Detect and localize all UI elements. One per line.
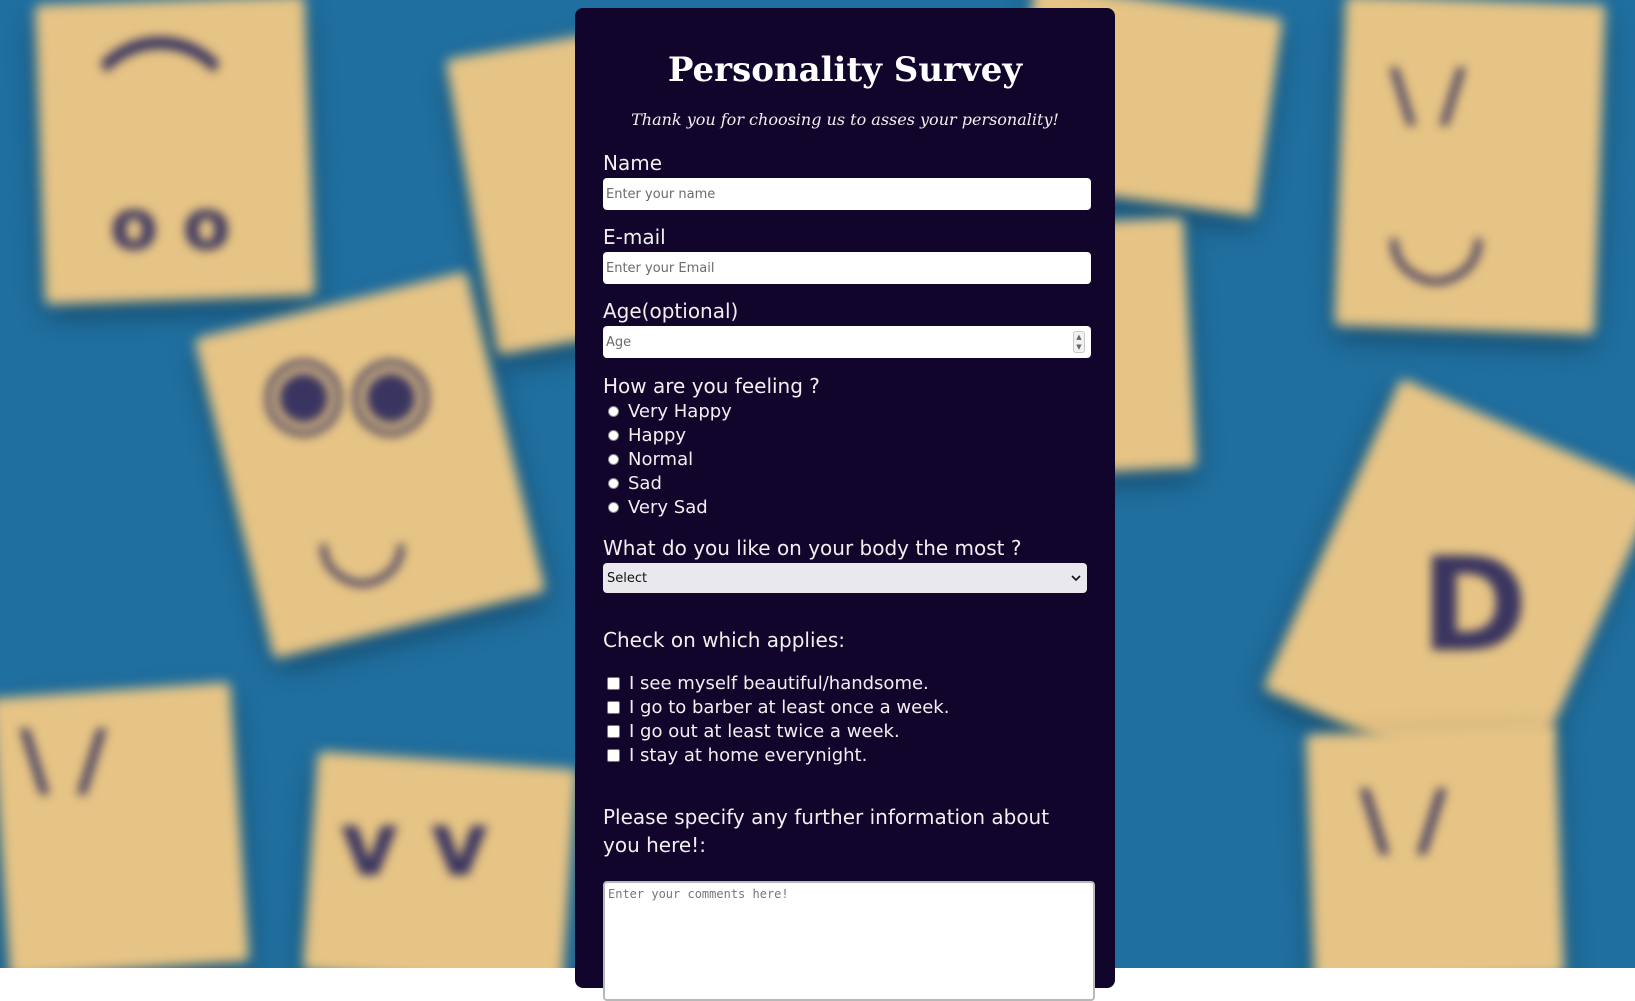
background-face: v v — [340, 792, 489, 897]
radio-option[interactable]: Very Sad — [603, 495, 1087, 519]
name-label: Name — [603, 151, 663, 175]
age-label: Age(optional) — [603, 299, 739, 323]
checkbox[interactable] — [607, 676, 620, 690]
background-face: \ / — [1390, 54, 1466, 136]
comments-label: Please specify any further information a… — [603, 805, 1050, 857]
checkbox-label: I see myself beautiful/handsome. — [629, 672, 929, 694]
radio-button[interactable] — [608, 405, 619, 417]
email-field-group: E-mail — [603, 224, 1091, 284]
feeling-group: How are you feeling ? Very Happy Happy N… — [603, 373, 1087, 519]
radio-button[interactable] — [608, 477, 619, 489]
background-face: o o — [110, 184, 231, 266]
spinner-icon[interactable]: ▲ ▼ — [1073, 331, 1085, 353]
comments-group: Please specify any further information a… — [603, 803, 1095, 1001]
checkbox-option[interactable]: I see myself beautiful/handsome. — [603, 671, 1087, 695]
applies-group: Check on which applies: I see myself bea… — [603, 627, 1087, 767]
checkbox[interactable] — [607, 748, 620, 762]
radio-button[interactable] — [608, 429, 619, 441]
checkbox-label: I stay at home everynight. — [629, 744, 868, 766]
name-input[interactable] — [603, 178, 1091, 210]
chevron-down-icon — [1071, 571, 1081, 586]
checkbox-label: I go to barber at least once a week. — [629, 696, 950, 718]
radio-label: Sad — [628, 472, 662, 494]
checkbox-option[interactable]: I go to barber at least once a week. — [603, 695, 1087, 719]
feeling-label: How are you feeling ? — [603, 374, 820, 398]
body-group: What do you like on your body the most ?… — [603, 535, 1087, 593]
radio-button[interactable] — [608, 453, 619, 465]
radio-option[interactable]: Happy — [603, 423, 1087, 447]
background-face: \ / — [20, 713, 107, 806]
body-label: What do you like on your body the most ? — [603, 536, 1022, 560]
checkbox[interactable] — [607, 724, 620, 738]
radio-label: Happy — [628, 424, 687, 446]
radio-label: Normal — [628, 448, 694, 470]
background-face: ◡ — [1390, 160, 1483, 299]
radio-button[interactable] — [608, 501, 619, 513]
applies-label: Check on which applies: — [603, 628, 845, 652]
age-input-wrapper: ▲▼ — [603, 326, 1091, 358]
radio-label: Very Happy — [628, 400, 732, 422]
name-field-group: Name — [603, 150, 1091, 210]
radio-option[interactable]: Sad — [603, 471, 1087, 495]
page-subtitle: Thank you for choosing us to asses your … — [631, 110, 1059, 129]
radio-option[interactable]: Very Happy — [603, 399, 1087, 423]
background-face: ⌒ — [100, 30, 220, 169]
age-input[interactable] — [603, 326, 1091, 358]
body-select[interactable]: Select — [603, 563, 1087, 593]
background-face: D — [1420, 529, 1528, 681]
email-label: E-mail — [603, 225, 666, 249]
background-face: \ / — [1360, 773, 1447, 866]
checkbox[interactable] — [607, 700, 620, 714]
comments-textarea[interactable]: Enter your comments here! — [603, 881, 1095, 1001]
checkbox-label: I go out at least twice a week. — [629, 720, 900, 742]
checkbox-option[interactable]: I go out at least twice a week. — [603, 719, 1087, 743]
page-title: Personality Survey — [667, 50, 1023, 90]
email-input[interactable] — [603, 252, 1091, 284]
age-field-group: Age(optional) ▲▼ — [603, 298, 1091, 358]
background-face: ◉◉ — [260, 331, 435, 448]
checkbox-option[interactable]: I stay at home everynight. — [603, 743, 1087, 767]
radio-option[interactable]: Normal — [603, 447, 1087, 471]
survey-form: Personality Survey Thank you for choosin… — [575, 8, 1115, 1001]
radio-label: Very Sad — [628, 496, 708, 518]
background-face: ◡ — [320, 471, 405, 599]
body-select-value: Select — [607, 570, 648, 586]
